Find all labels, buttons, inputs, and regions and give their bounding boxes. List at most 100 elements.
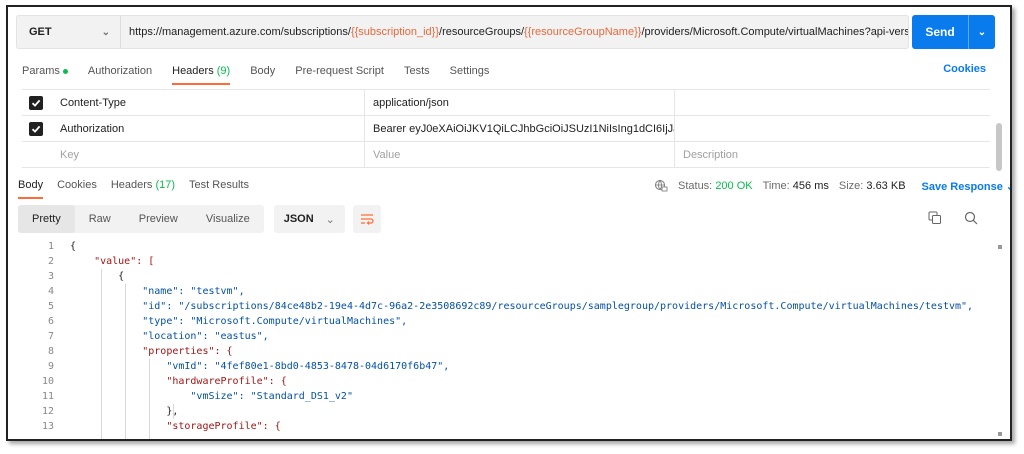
tab-prerequest-label: Pre-request Script	[295, 65, 384, 77]
header-description[interactable]	[674, 90, 990, 115]
search-icon[interactable]	[964, 211, 978, 225]
tab-tests-label: Tests	[403, 65, 430, 77]
cookies-link[interactable]: Cookies	[943, 63, 986, 75]
code-line: 6 "type": "Microsoft.Compute/virtualMach…	[18, 314, 998, 329]
format-select[interactable]: JSON ⌄	[273, 205, 345, 233]
url-input[interactable]: https://management.azure.com/subscriptio…	[121, 16, 908, 48]
header-key[interactable]: Content-Type	[52, 90, 364, 115]
send-button[interactable]: Send ⌄	[912, 15, 995, 49]
url-part: /providers/Microsoft.Compute/virtualMach…	[641, 26, 908, 38]
code-line: 2 "value": [	[18, 254, 998, 269]
response-body-viewer[interactable]: 1{ 2 "value": [ 3 { 4 "name": "testvm", …	[18, 239, 1002, 439]
chevron-down-icon: ⌄	[101, 26, 110, 38]
tab-tests[interactable]: Tests	[404, 63, 430, 85]
check-icon	[31, 125, 41, 133]
time-indicator[interactable]: Time: 456 ms	[763, 180, 829, 192]
response-tabs: Body Cookies Headers (17) Test Results	[18, 177, 249, 199]
code-line: 10 "hardwareProfile": {	[18, 374, 998, 389]
view-visualize-button[interactable]: Visualize	[192, 205, 264, 233]
scroll-marker	[998, 432, 1002, 436]
wrap-icon	[360, 214, 374, 225]
header-key[interactable]: Authorization	[52, 116, 364, 141]
size-value: 3.63 KB	[866, 180, 906, 192]
method-select[interactable]: GET ⌄	[17, 16, 121, 48]
chevron-down-icon[interactable]: ⌄	[969, 27, 995, 38]
request-tabs: Params Authorization Headers (9) Body Pr…	[22, 63, 489, 85]
view-mode-group: Pretty Raw Preview Visualize	[18, 205, 264, 233]
line-number: 2	[47, 256, 54, 267]
code-text: {	[70, 271, 125, 282]
line-number: 4	[47, 286, 54, 297]
response-actions	[928, 211, 978, 225]
scroll-marker	[998, 245, 1002, 249]
format-label: JSON	[283, 213, 314, 225]
code-text: "location": "eastus",	[70, 331, 269, 342]
headers-table: Content-Type application/json Authorizat…	[22, 89, 990, 168]
line-number: 3	[47, 271, 54, 282]
url-variable: {{resourceGroupName}}	[524, 26, 642, 38]
tab-body-label: Body	[250, 65, 276, 77]
code-text: "type": "Microsoft.Compute/virtualMachin…	[70, 316, 408, 327]
save-response-button[interactable]: Save Response ⌄	[921, 180, 1010, 193]
header-value[interactable]: application/json	[364, 90, 674, 115]
code-text: {	[70, 241, 77, 252]
code-line: 9 "vmId": "4fef80e1-8bd0-4853-8478-04d61…	[18, 359, 998, 374]
method-label: GET	[29, 26, 52, 38]
table-row-new: Key Value Description	[22, 142, 990, 168]
send-label: Send	[925, 25, 955, 39]
tab-response-cookies[interactable]: Cookies	[57, 177, 97, 199]
tab-params-label: Params	[22, 65, 60, 77]
code-text: "hardwareProfile": {	[70, 376, 287, 387]
status-label: Status:	[678, 180, 713, 192]
size-label: Size:	[838, 180, 864, 192]
table-row: Content-Type application/json	[22, 90, 990, 116]
key-input[interactable]: Key	[52, 142, 364, 167]
view-pretty-button[interactable]: Pretty	[18, 205, 75, 233]
description-input[interactable]: Description	[674, 142, 990, 167]
tab-params[interactable]: Params	[22, 63, 68, 85]
tab-headers[interactable]: Headers (9)	[172, 63, 231, 85]
line-number: 5	[47, 301, 54, 312]
tab-settings[interactable]: Settings	[450, 63, 490, 85]
header-description[interactable]	[674, 116, 990, 141]
globe-icon[interactable]	[654, 179, 668, 193]
code-text: "id": "/subscriptions/84ce48b2-19e4-4d7c…	[70, 301, 974, 312]
headers-scrollbar[interactable]	[996, 123, 1002, 171]
view-preview-button[interactable]: Preview	[125, 205, 192, 233]
tab-response-headers[interactable]: Headers (17)	[111, 177, 175, 199]
line-number: 10	[41, 376, 54, 387]
code-line: 12 },	[18, 404, 998, 419]
checkbox[interactable]	[29, 95, 43, 110]
view-raw-button[interactable]: Raw	[75, 205, 125, 233]
header-value[interactable]: Bearer eyJ0eXAiOiJKV1QiLCJhbGciOiJSUzI1N…	[364, 116, 674, 141]
tab-response-body-label: Body	[18, 179, 44, 191]
code-line: 13 "storageProfile": {	[18, 419, 998, 434]
code-line: 1{	[18, 239, 998, 254]
code-line: 5 "id": "/subscriptions/84ce48b2-19e4-4d…	[18, 299, 998, 314]
code-text: "properties": {	[70, 346, 233, 357]
time-label: Time:	[762, 180, 790, 192]
response-status-bar: Status: 200 OK Time: 456 ms Size: 3.63 K…	[654, 179, 1010, 193]
code-text: "name": "testvm",	[70, 286, 245, 297]
value-input[interactable]: Value	[364, 142, 674, 167]
tab-response-body[interactable]: Body	[18, 177, 44, 199]
copy-icon[interactable]	[928, 211, 942, 225]
active-indicator-dot	[62, 68, 68, 74]
tab-authorization-label: Authorization	[87, 65, 153, 77]
code-text: "storageProfile": {	[70, 421, 281, 432]
check-icon	[31, 99, 41, 107]
request-url-bar: GET ⌄ https://management.azure.com/subsc…	[16, 15, 909, 49]
checkbox[interactable]	[29, 121, 43, 136]
tab-body[interactable]: Body	[250, 63, 275, 85]
response-headers-count: (17)	[155, 179, 176, 191]
line-number: 13	[41, 421, 54, 432]
wrap-lines-button[interactable]	[352, 205, 381, 233]
tab-test-results[interactable]: Test Results	[189, 177, 249, 199]
time-value: 456 ms	[792, 180, 829, 192]
status-indicator[interactable]: Status: 200 OK	[678, 180, 753, 192]
status-value: 200 OK	[715, 180, 753, 192]
save-response-label: Save Response	[921, 180, 1003, 193]
tab-prerequest-script[interactable]: Pre-request Script	[295, 63, 384, 85]
tab-authorization[interactable]: Authorization	[88, 63, 152, 85]
size-indicator[interactable]: Size: 3.63 KB	[839, 180, 906, 192]
